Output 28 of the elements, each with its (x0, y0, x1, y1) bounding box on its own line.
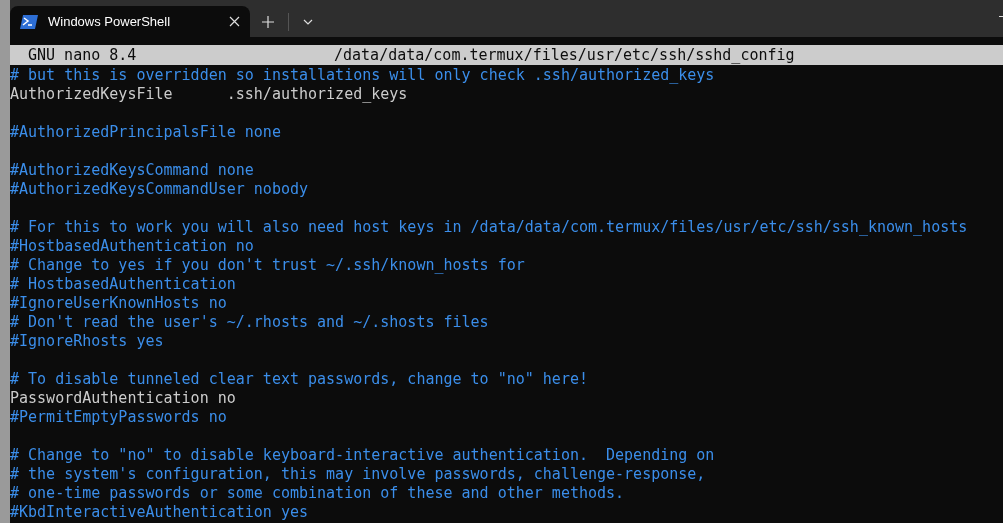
comment-line: # Change to yes if you don't trust ~/.ssh/known_hosts for (10, 256, 525, 275)
nano-version: GNU nano 8.4 (27, 45, 138, 65)
comment-line: # To disable tunneled clear text passwords, change to "no" here! (10, 370, 588, 389)
minimize-icon[interactable] (999, 16, 1003, 18)
config-line: PasswordAuthentication no (10, 389, 236, 408)
new-tab-icon[interactable] (262, 15, 274, 28)
comment-line: # the system's configuration, this may involve passwords, challenge-response, (10, 465, 706, 484)
comment-line: #PermitEmptyPasswords no (10, 408, 227, 427)
comment-line: # Don't read the user's ~/.rhosts and ~/.shosts files (10, 313, 489, 332)
comment-line: # For this to work you will also need host keys in /data/data/com.termux/files/usr/etc/ssh/ssh_known_hosts (10, 218, 968, 237)
comment-line: #AuthorizedKeysCommand none (10, 161, 254, 180)
powershell-icon (20, 14, 38, 29)
comment-line: # but this is overridden so installations will only check .ssh/authorized_keys (10, 66, 715, 85)
file-path: /data/data/com.termux/files/usr/etc/ssh/sshd_config (334, 45, 795, 65)
comment-line: #KbdInteractiveAuthentication yes (10, 503, 308, 522)
config-line: AuthorizedKeysFile .ssh/authorized_keys (10, 85, 408, 104)
terminal-tab[interactable]: Windows PowerShell (10, 6, 250, 37)
comment-line: #HostbasedAuthentication no (10, 237, 254, 256)
comment-line: #IgnoreRhosts yes (10, 332, 164, 351)
dropdown-icon[interactable] (303, 18, 313, 25)
comment-line: #AuthorizedKeysCommandUser nobody (10, 180, 308, 199)
comment-line: #AuthorizedPrincipalsFile none (10, 123, 281, 142)
tab-title: Windows PowerShell (48, 12, 172, 31)
close-icon[interactable] (229, 16, 240, 27)
comment-line: # Change to "no" to disable keyboard-interactive authentication. Depending on (10, 446, 715, 465)
comment-line: # one-time passwords or some combination of these and other methods. (10, 484, 625, 503)
comment-line: #IgnoreUserKnownHosts no (10, 294, 227, 313)
comment-line: # HostbasedAuthentication (10, 275, 236, 294)
